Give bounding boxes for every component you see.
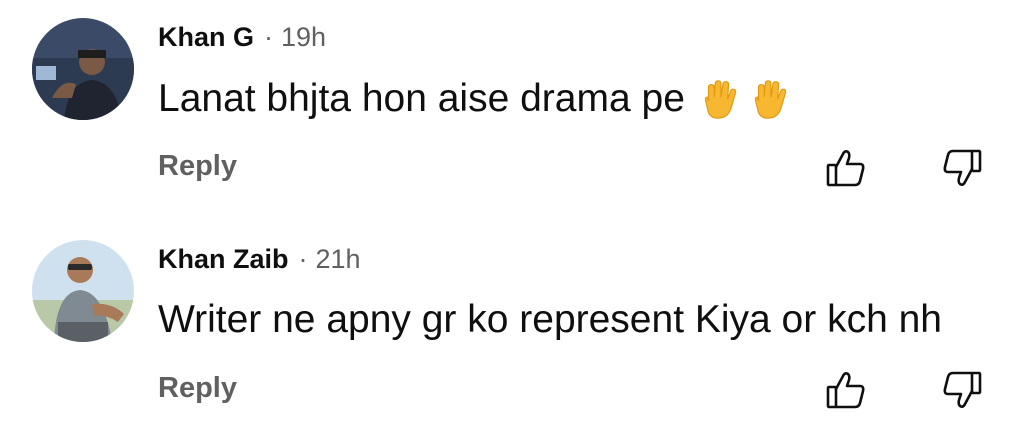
thumbs-down-icon[interactable]: [940, 146, 984, 190]
reply-button[interactable]: Reply: [158, 150, 237, 183]
comment-item: Khan G · 19h Lanat bhjta hon aise drama …: [0, 0, 1024, 213]
avatar[interactable]: [32, 18, 134, 120]
separator-dot: ·: [264, 22, 274, 52]
comment-author[interactable]: Khan Zaib: [158, 244, 289, 275]
raised-hand-emoji: [747, 76, 793, 122]
avatar-image: [32, 18, 134, 120]
comment-text-row: Writer ne apny gr ko represent Kiya or k…: [158, 298, 942, 342]
comment-item: Khan Zaib · 21h Writer ne apny gr ko rep…: [0, 222, 1024, 435]
comment-author[interactable]: Khan G: [158, 22, 254, 53]
avatar-image: [32, 240, 134, 342]
avatar[interactable]: [32, 240, 134, 342]
comment-text: Writer ne apny gr ko represent Kiya or k…: [158, 298, 942, 341]
raised-hand-emoji: [697, 76, 743, 122]
separator-dot: ·: [298, 244, 308, 274]
comment-time[interactable]: 19h: [281, 22, 326, 53]
thumbs-up-icon[interactable]: [824, 146, 868, 190]
comment-header: Khan Zaib · 21h: [158, 244, 361, 280]
reply-button[interactable]: Reply: [158, 372, 237, 405]
comment-text: Lanat bhjta hon aise drama pe: [158, 77, 685, 120]
thumbs-up-icon[interactable]: [824, 368, 868, 412]
comment-time[interactable]: 21h: [316, 244, 361, 275]
comment-header: Khan G · 19h: [158, 22, 326, 58]
thumbs-down-icon[interactable]: [940, 368, 984, 412]
comment-text-row: Lanat bhjta hon aise drama pe: [158, 76, 793, 122]
